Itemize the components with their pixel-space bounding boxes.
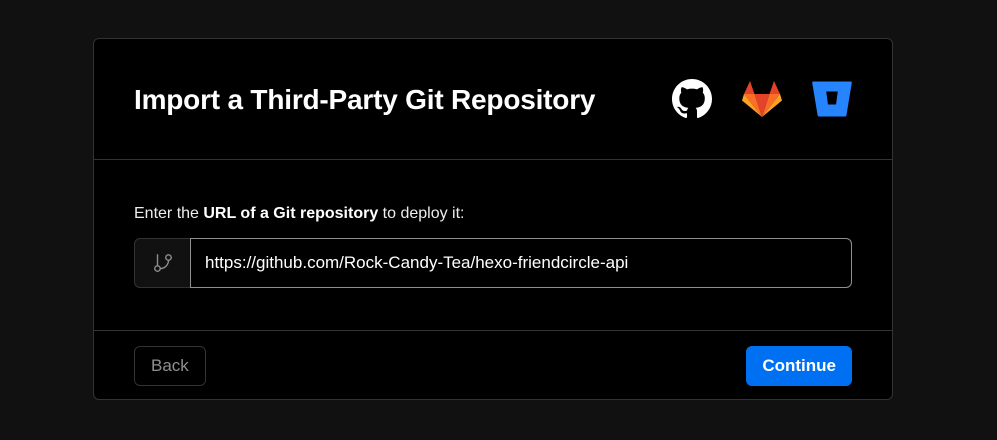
import-repository-card: Import a Third-Party Git Repository Ente… (93, 38, 893, 400)
card-header: Import a Third-Party Git Repository (94, 39, 892, 160)
repository-url-field (134, 238, 852, 288)
back-button[interactable]: Back (134, 346, 206, 386)
page-title: Import a Third-Party Git Repository (134, 84, 596, 115)
instruction-emphasis: URL of a Git repository (203, 205, 379, 222)
github-icon (672, 79, 712, 119)
repository-url-input[interactable] (190, 238, 852, 288)
git-provider-list (672, 79, 852, 119)
bitbucket-icon (812, 81, 852, 117)
git-prefix-box (134, 238, 190, 288)
instruction-suffix: to deploy it: (378, 205, 465, 222)
instruction-prefix: Enter the (134, 205, 204, 222)
github-provider[interactable] (672, 79, 712, 119)
continue-button[interactable]: Continue (746, 346, 852, 386)
bitbucket-provider[interactable] (812, 79, 852, 119)
url-instruction: Enter the URL of a Git repository to dep… (134, 204, 852, 224)
git-branch-icon (153, 254, 172, 272)
card-body: Enter the URL of a Git repository to dep… (94, 160, 892, 331)
gitlab-provider[interactable] (742, 79, 782, 119)
card-footer: Back Continue (94, 331, 892, 399)
gitlab-icon (742, 81, 782, 117)
